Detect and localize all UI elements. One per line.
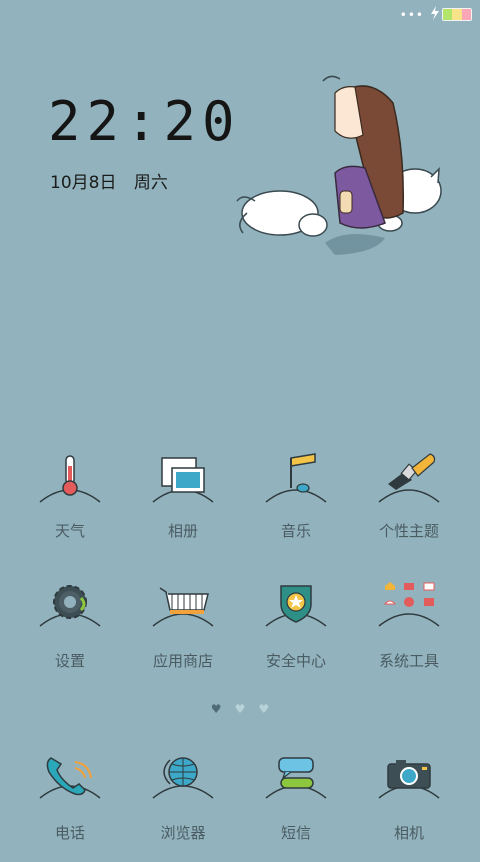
app-security[interactable]: 安全中心 [236, 580, 356, 690]
app-themes[interactable]: 个性主题 [349, 450, 469, 560]
dock-phone[interactable]: 电话 [10, 752, 130, 862]
shield-star-icon [265, 585, 327, 627]
app-music[interactable]: 音乐 [236, 450, 356, 560]
page-indicator: ♥ ♥ ♥ [0, 698, 480, 717]
status-bar: ••• [0, 0, 480, 28]
photo-frames-icon [152, 457, 214, 503]
message-bubbles-icon [265, 757, 327, 799]
clock-widget[interactable]: 22:20 10月8日 周六 [20, 48, 450, 268]
music-note-icon [265, 453, 327, 503]
dock-camera[interactable]: 相机 [349, 752, 469, 862]
dock-browser-label: 浏览器 [160, 824, 206, 842]
app-gallery-label: 相册 [167, 522, 198, 540]
camera-icon [378, 760, 440, 799]
gear-icon [39, 585, 101, 627]
phone-icon [39, 757, 101, 799]
dock-camera-label: 相机 [393, 824, 424, 842]
thermometer-icon [39, 455, 101, 503]
shopping-cart-icon [152, 587, 214, 627]
page-dot-icon: ♥ [234, 702, 246, 716]
app-weather-label: 天气 [54, 522, 85, 540]
app-weather[interactable]: 天气 [10, 450, 130, 560]
tools-grid-icon [378, 582, 440, 627]
girl-and-cats-illustration [236, 75, 442, 255]
weekday-text: 周六 [133, 173, 168, 193]
globe-icon [152, 757, 214, 799]
dock-phone-label: 电话 [54, 824, 85, 842]
app-store-label: 应用商店 [152, 652, 213, 670]
app-store[interactable]: 应用商店 [123, 580, 243, 690]
app-tools[interactable]: 系统工具 [349, 580, 469, 690]
app-settings-label: 设置 [54, 652, 85, 670]
dock-browser[interactable]: 浏览器 [123, 752, 243, 862]
app-settings[interactable]: 设置 [10, 580, 130, 690]
dock-messages[interactable]: 短信 [236, 752, 356, 862]
charging-bolt-icon [431, 6, 439, 20]
app-gallery[interactable]: 相册 [123, 450, 243, 560]
page-dot-icon: ♥ [258, 702, 270, 716]
more-dots-icon: ••• [399, 8, 424, 22]
battery-icon [442, 8, 472, 21]
paint-brush-icon [378, 453, 440, 503]
dock-messages-label: 短信 [280, 824, 311, 842]
page-dot-active-icon: ♥ [210, 702, 222, 716]
app-music-label: 音乐 [280, 522, 311, 540]
clock-time: 22:20 [48, 90, 241, 153]
app-themes-label: 个性主题 [378, 522, 439, 540]
app-security-label: 安全中心 [265, 652, 326, 670]
app-tools-label: 系统工具 [378, 652, 439, 670]
clock-date: 10月8日 周六 [50, 168, 180, 193]
date-text: 10月8日 [50, 173, 117, 193]
